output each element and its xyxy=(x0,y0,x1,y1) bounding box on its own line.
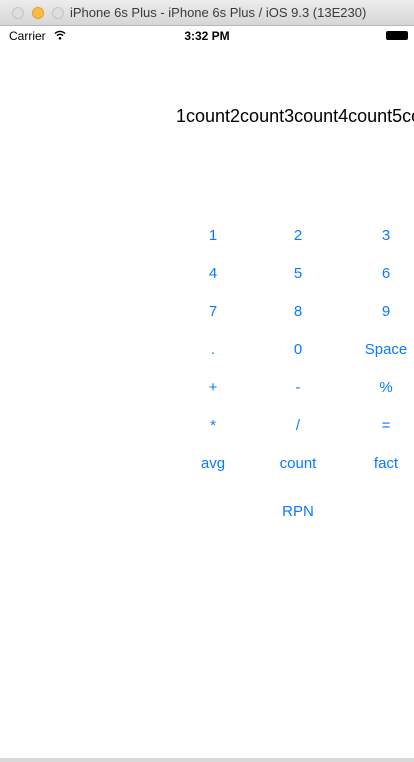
key-0-button[interactable]: 0 xyxy=(258,340,338,360)
key-7-button[interactable]: 7 xyxy=(173,302,253,322)
window-title: iPhone 6s Plus - iPhone 6s Plus / iOS 9.… xyxy=(70,5,367,20)
minimize-window-button[interactable] xyxy=(32,7,44,19)
status-time: 3:32 PM xyxy=(184,29,230,43)
multiply-button[interactable]: * xyxy=(173,416,253,436)
rpn-button[interactable]: RPN xyxy=(258,502,338,522)
calculator-display: 1count2count3count4count5co xyxy=(176,106,414,126)
plus-button[interactable]: + xyxy=(173,378,253,398)
divide-button[interactable]: / xyxy=(258,416,338,436)
key-1-button[interactable]: 1 xyxy=(173,226,253,246)
decimal-point-button[interactable]: . xyxy=(173,340,253,360)
key-3-button[interactable]: 3 xyxy=(346,226,414,246)
key-6-button[interactable]: 6 xyxy=(346,264,414,284)
bottom-border xyxy=(0,758,414,762)
key-5-button[interactable]: 5 xyxy=(258,264,338,284)
window-titlebar[interactable]: iPhone 6s Plus - iPhone 6s Plus / iOS 9.… xyxy=(0,0,414,26)
battery-level xyxy=(387,32,407,39)
close-window-button[interactable] xyxy=(12,7,24,19)
key-8-button[interactable]: 8 xyxy=(258,302,338,322)
simulator-window: iPhone 6s Plus - iPhone 6s Plus / iOS 9.… xyxy=(0,0,414,762)
avg-button[interactable]: avg xyxy=(173,454,253,474)
percent-button[interactable]: % xyxy=(346,378,414,398)
space-button[interactable]: Space xyxy=(346,340,414,360)
key-4-button[interactable]: 4 xyxy=(173,264,253,284)
minus-button[interactable]: - xyxy=(258,378,338,398)
key-9-button[interactable]: 9 xyxy=(346,302,414,322)
key-2-button[interactable]: 2 xyxy=(258,226,338,246)
fact-button[interactable]: fact xyxy=(346,454,414,474)
ios-status-bar: Carrier 3:32 PM xyxy=(0,26,414,46)
zoom-window-button[interactable] xyxy=(52,7,64,19)
equals-button[interactable]: = xyxy=(346,416,414,436)
battery-icon xyxy=(386,31,408,40)
count-button[interactable]: count xyxy=(258,454,338,474)
